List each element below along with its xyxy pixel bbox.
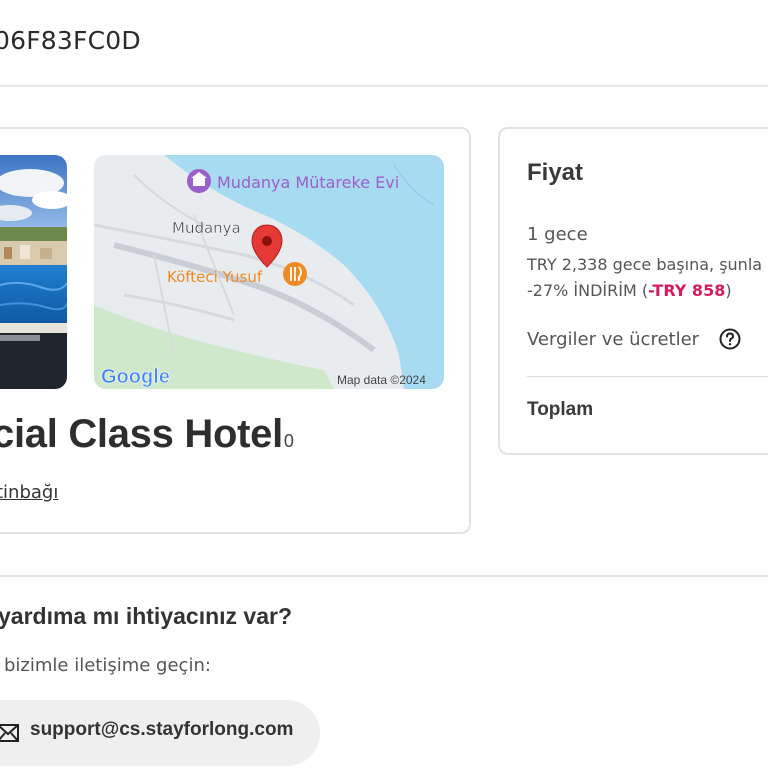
section-divider xyxy=(0,575,768,577)
discount-suffix: ) xyxy=(725,281,732,300)
price-divider xyxy=(527,376,768,377)
total-label: Toplam xyxy=(527,399,594,420)
per-night-price: TRY 2,338 gece başına, şunla xyxy=(527,255,763,274)
help-heading: yardıma mı ihtiyacınız var? xyxy=(0,603,293,629)
contact-text: bizimle iletişime geçin: xyxy=(4,655,211,676)
support-email-link[interactable]: support@cs.stayforlong.com xyxy=(30,719,293,741)
discount-amount: -TRY 858 xyxy=(648,281,726,300)
mail-icon xyxy=(0,724,19,742)
hotel-name: cial Class Hotel0 xyxy=(0,412,294,457)
header-divider xyxy=(0,85,768,87)
discount-line: -27% İNDİRİM (-TRY 858) xyxy=(527,281,732,300)
map-town-label: Mudanya xyxy=(172,219,241,237)
nights-count: 1 gece xyxy=(527,224,588,245)
price-title: Fiyat xyxy=(527,159,584,186)
question-circle-icon[interactable] xyxy=(719,328,741,350)
hotel-location-link[interactable]: tinbağı xyxy=(0,482,58,503)
map-poi-label: Mudanya Mütareke Evi xyxy=(217,173,399,192)
map-restaurant-label: Köfteci Yusuf xyxy=(167,268,263,286)
discount-prefix: -27% İNDİRİM ( xyxy=(527,281,649,300)
map-attribution: Map data ©2024 xyxy=(337,373,426,387)
hotel-name-text: cial Class Hotel xyxy=(0,412,283,456)
taxes-label: Vergiler ve ücretler xyxy=(527,329,700,350)
location-map[interactable]: Mudanya Mütareke Evi Mudanya Köfteci Yus… xyxy=(94,155,444,389)
hotel-photo[interactable] xyxy=(0,155,67,389)
museum-poi-icon[interactable] xyxy=(187,169,211,193)
booking-reference: 06F83FC0D xyxy=(0,26,141,55)
google-logo: Google xyxy=(101,366,170,388)
restaurant-poi-icon[interactable] xyxy=(283,262,307,286)
hotel-stars: 0 xyxy=(283,431,294,451)
